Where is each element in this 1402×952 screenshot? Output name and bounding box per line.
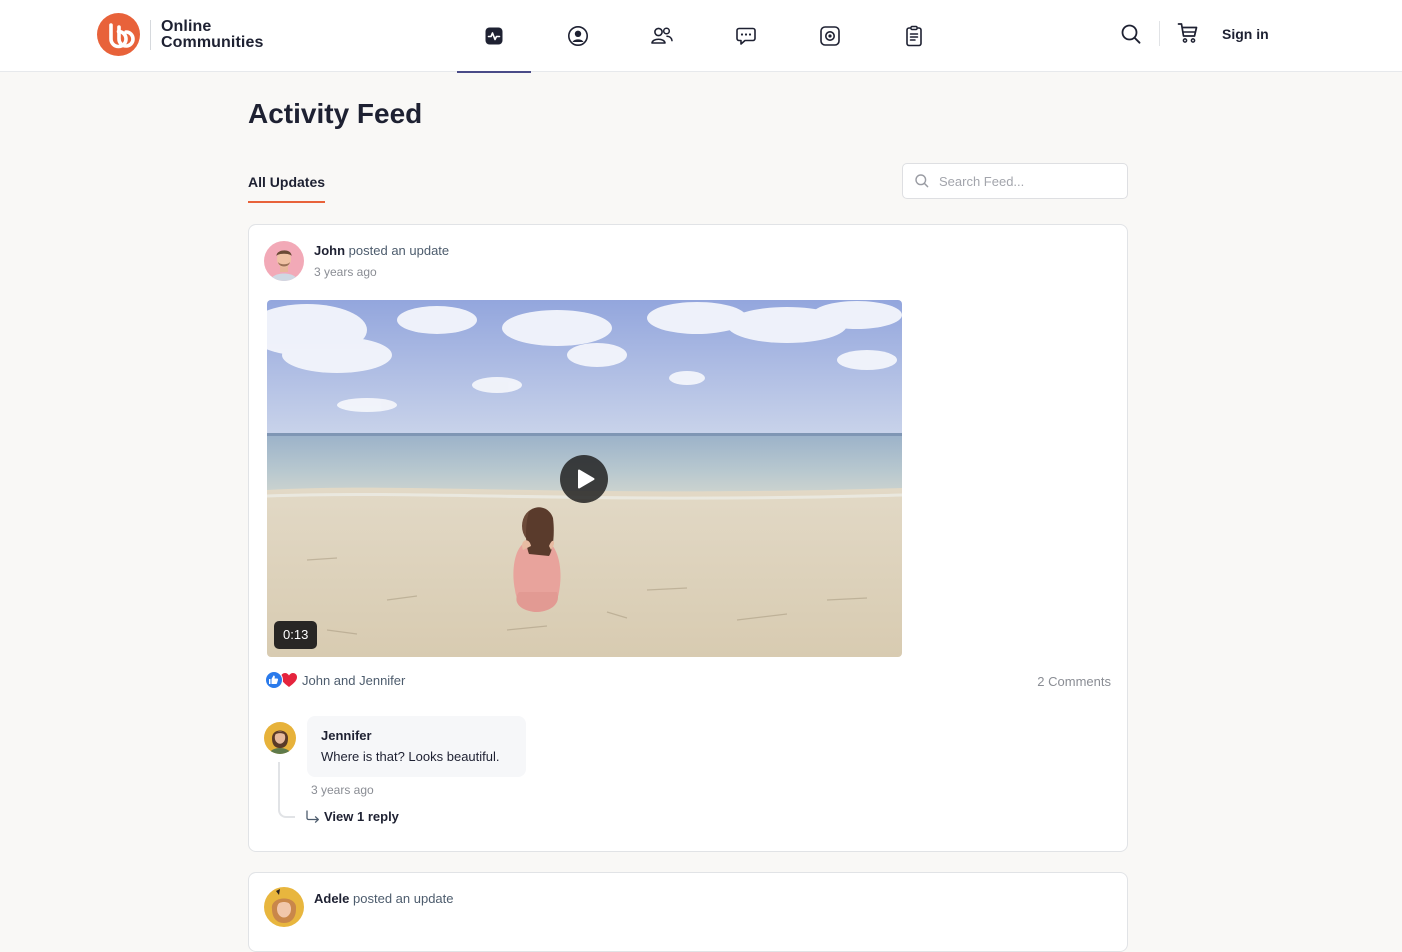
- reactions-names[interactable]: John and Jennifer: [302, 673, 405, 688]
- view-replies-label: View 1 reply: [324, 809, 399, 824]
- cart-icon: [1177, 23, 1198, 43]
- page-title: Activity Feed: [248, 98, 423, 129]
- avatar[interactable]: [264, 722, 296, 754]
- reactions-summary: John and Jennifer: [265, 671, 405, 689]
- comment-author[interactable]: Jennifer: [321, 728, 512, 743]
- comment-thread-line: [278, 762, 295, 818]
- activity-post: John posted an update 3 years ago 0:13 J…: [248, 224, 1128, 852]
- post-author[interactable]: John: [314, 243, 345, 258]
- sign-in-link[interactable]: Sign in: [1222, 26, 1269, 42]
- post-action: posted an update: [345, 243, 450, 258]
- search-icon: [915, 174, 929, 188]
- nav-activity[interactable]: [457, 0, 531, 73]
- video-player[interactable]: 0:13: [267, 300, 902, 657]
- forums-icon: [736, 27, 756, 45]
- avatar[interactable]: [264, 887, 304, 927]
- docs-icon: [906, 25, 922, 47]
- play-button[interactable]: [560, 455, 608, 503]
- comment-text: Where is that? Looks beautiful.: [321, 749, 500, 764]
- activity-post: Adele posted an update: [248, 872, 1128, 952]
- brand-name: Online Communities: [161, 17, 264, 51]
- header-search-button[interactable]: [1120, 22, 1142, 46]
- play-icon: [578, 469, 595, 489]
- main-nav: [457, 0, 961, 73]
- post-timestamp[interactable]: 3 years ago: [314, 265, 377, 279]
- feed-search: [902, 163, 1128, 199]
- comments-count[interactable]: 2 Comments: [1037, 674, 1111, 689]
- brand-name-line1: Online: [161, 17, 212, 35]
- nav-documents[interactable]: [877, 0, 951, 72]
- site-header: Online Communities Sign in: [0, 0, 1402, 73]
- like-reaction-icon: [265, 671, 283, 689]
- search-icon: [1121, 24, 1141, 44]
- profile-icon: [568, 26, 588, 46]
- post-action: posted an update: [349, 891, 454, 906]
- post-author[interactable]: Adele: [314, 891, 349, 906]
- feed-search-input[interactable]: [939, 173, 1119, 189]
- nav-media[interactable]: [793, 0, 867, 72]
- nav-groups[interactable]: [625, 0, 699, 72]
- groups-icon: [651, 27, 673, 44]
- reply-arrow-icon: [306, 809, 319, 823]
- tab-all-updates[interactable]: All Updates: [248, 174, 326, 203]
- media-icon: [820, 26, 840, 46]
- logo-icon: [97, 13, 140, 56]
- header-divider: [1159, 21, 1160, 46]
- view-replies-link[interactable]: View 1 reply: [305, 809, 399, 824]
- post-header: Adele posted an update: [314, 891, 454, 906]
- logo-divider: [150, 19, 151, 50]
- video-duration: 0:13: [274, 621, 318, 649]
- comment-bubble: Jennifer Where is that? Looks beautiful.: [307, 716, 526, 777]
- nav-forums[interactable]: [709, 0, 783, 72]
- post-header: John posted an update: [314, 243, 449, 258]
- comment-timestamp[interactable]: 3 years ago: [311, 783, 374, 797]
- site-logo[interactable]: Online Communities: [97, 13, 263, 56]
- activity-icon: [485, 27, 503, 45]
- avatar[interactable]: [264, 241, 304, 281]
- nav-profile[interactable]: [541, 0, 615, 72]
- brand-name-line2: Communities: [161, 33, 264, 51]
- header-cart-button[interactable]: [1177, 21, 1199, 45]
